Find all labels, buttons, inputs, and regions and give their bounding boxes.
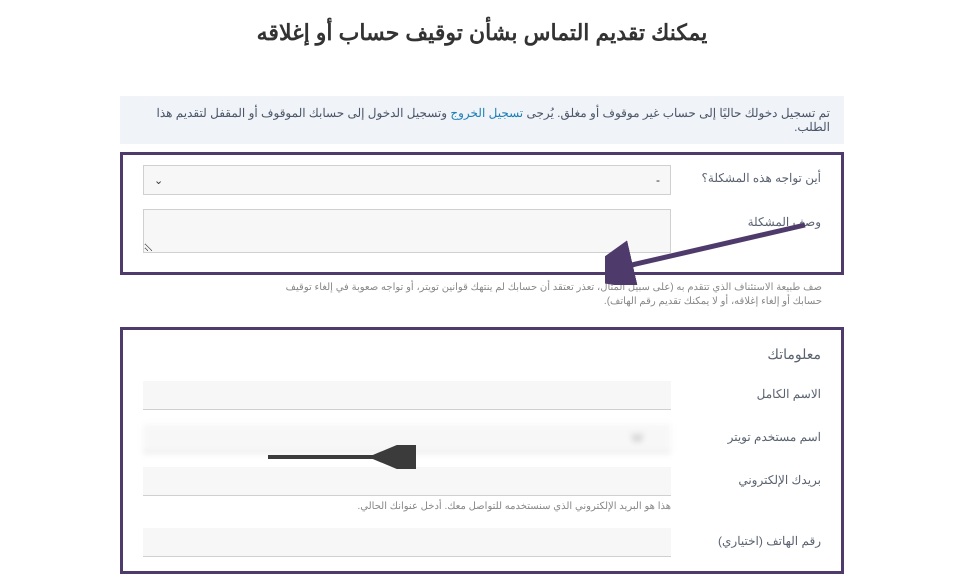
username-label: اسم مستخدم تويتر (691, 424, 821, 444)
page-title: يمكنك تقديم التماس بشأن توقيف حساب أو إغ… (120, 20, 844, 46)
where-value: - (656, 173, 660, 187)
alert-prefix: تم تسجيل دخولك حاليًا إلى حساب غير موقوف… (523, 106, 830, 120)
annotation-arrow-2 (258, 445, 428, 469)
phone-input[interactable] (143, 528, 671, 557)
where-label: أين تواجه هذه المشكلة؟ (691, 165, 821, 185)
email-input[interactable] (143, 467, 671, 496)
email-hint: هذا هو البريد الإلكتروني الذي سنستخدمه ل… (143, 500, 671, 514)
login-alert: تم تسجيل دخولك حاليًا إلى حساب غير موقوف… (120, 96, 844, 144)
phone-label: رقم الهاتف (اختياري) (691, 528, 821, 548)
logout-link[interactable]: تسجيل الخروج (450, 106, 523, 120)
description-textarea[interactable] (143, 209, 671, 253)
email-label: بريدك الإلكتروني (691, 467, 821, 487)
info-section: معلوماتك الاسم الكامل اسم مستخدم تويتر @… (120, 327, 844, 574)
info-title: معلوماتك (143, 346, 821, 363)
chevron-down-icon: ⌄ (154, 174, 163, 187)
annotation-arrow-1 (605, 215, 815, 285)
fullname-label: الاسم الكامل (691, 381, 821, 401)
where-select[interactable]: - ⌄ (143, 165, 671, 195)
fullname-input[interactable] (143, 381, 671, 410)
